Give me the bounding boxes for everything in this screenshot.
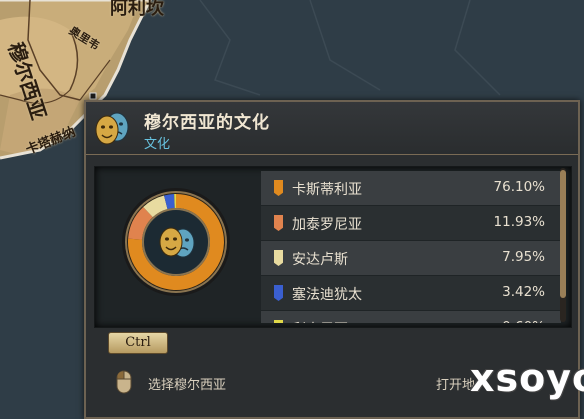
culture-banner-icon [274,320,283,323]
culture-name: 利古里亚 [292,319,348,323]
culture-row[interactable]: 安达卢斯 7.95% [261,241,561,275]
tooltip-subtitle: 文化 [144,137,171,152]
culture-banner-icon [274,215,283,231]
map-label-alicante: 阿利坎 [110,0,164,19]
culture-name: 塞法迪犹太 [292,287,362,303]
watermark: xsoyo [470,356,584,400]
culture-percent: 0.60% [502,319,545,323]
culture-row[interactable]: 加泰罗尼亚 11.93% [261,206,561,240]
culture-name: 卡斯蒂利亚 [292,182,362,198]
culture-banner-icon [274,285,283,301]
culture-panel: 卡斯蒂利亚 76.10% 加泰罗尼亚 11.93% 安达卢斯 7.95% 塞法迪犹太 3.42… [94,166,572,328]
theater-masks-icon [159,227,195,258]
theater-masks-icon [95,112,129,145]
culture-percent: 3.42% [502,284,545,300]
culture-banner-icon [274,250,283,266]
tooltip-header: 穆尔西亚的文化 文化 [86,102,578,155]
ctrl-key-hint: Ctrl [108,332,168,354]
culture-list-scrollbar[interactable] [560,168,566,322]
culture-name: 安达卢斯 [292,252,348,268]
culture-percent: 11.93% [493,214,545,230]
culture-list[interactable]: 卡斯蒂利亚 76.10% 加泰罗尼亚 11.93% 安达卢斯 7.95% 塞法迪犹太 3.42… [261,171,561,323]
culture-row[interactable]: 塞法迪犹太 3.42% [261,276,561,310]
tooltip-title: 穆尔西亚的文化 [144,113,270,133]
culture-percent: 76.10% [493,179,545,195]
donut-slice [164,194,175,210]
mouse-left-click-icon [116,370,132,394]
culture-row[interactable]: 利古里亚 0.60% [261,311,561,323]
culture-row[interactable]: 卡斯蒂利亚 76.10% [261,171,561,205]
scrollbar-thumb[interactable] [560,170,566,298]
culture-name: 加泰罗尼亚 [292,217,362,233]
culture-donut-chart [122,188,230,296]
culture-banner-icon [274,180,283,196]
culture-percent: 7.95% [502,249,545,265]
select-province-hint: 选择穆尔西亚 [148,378,227,393]
